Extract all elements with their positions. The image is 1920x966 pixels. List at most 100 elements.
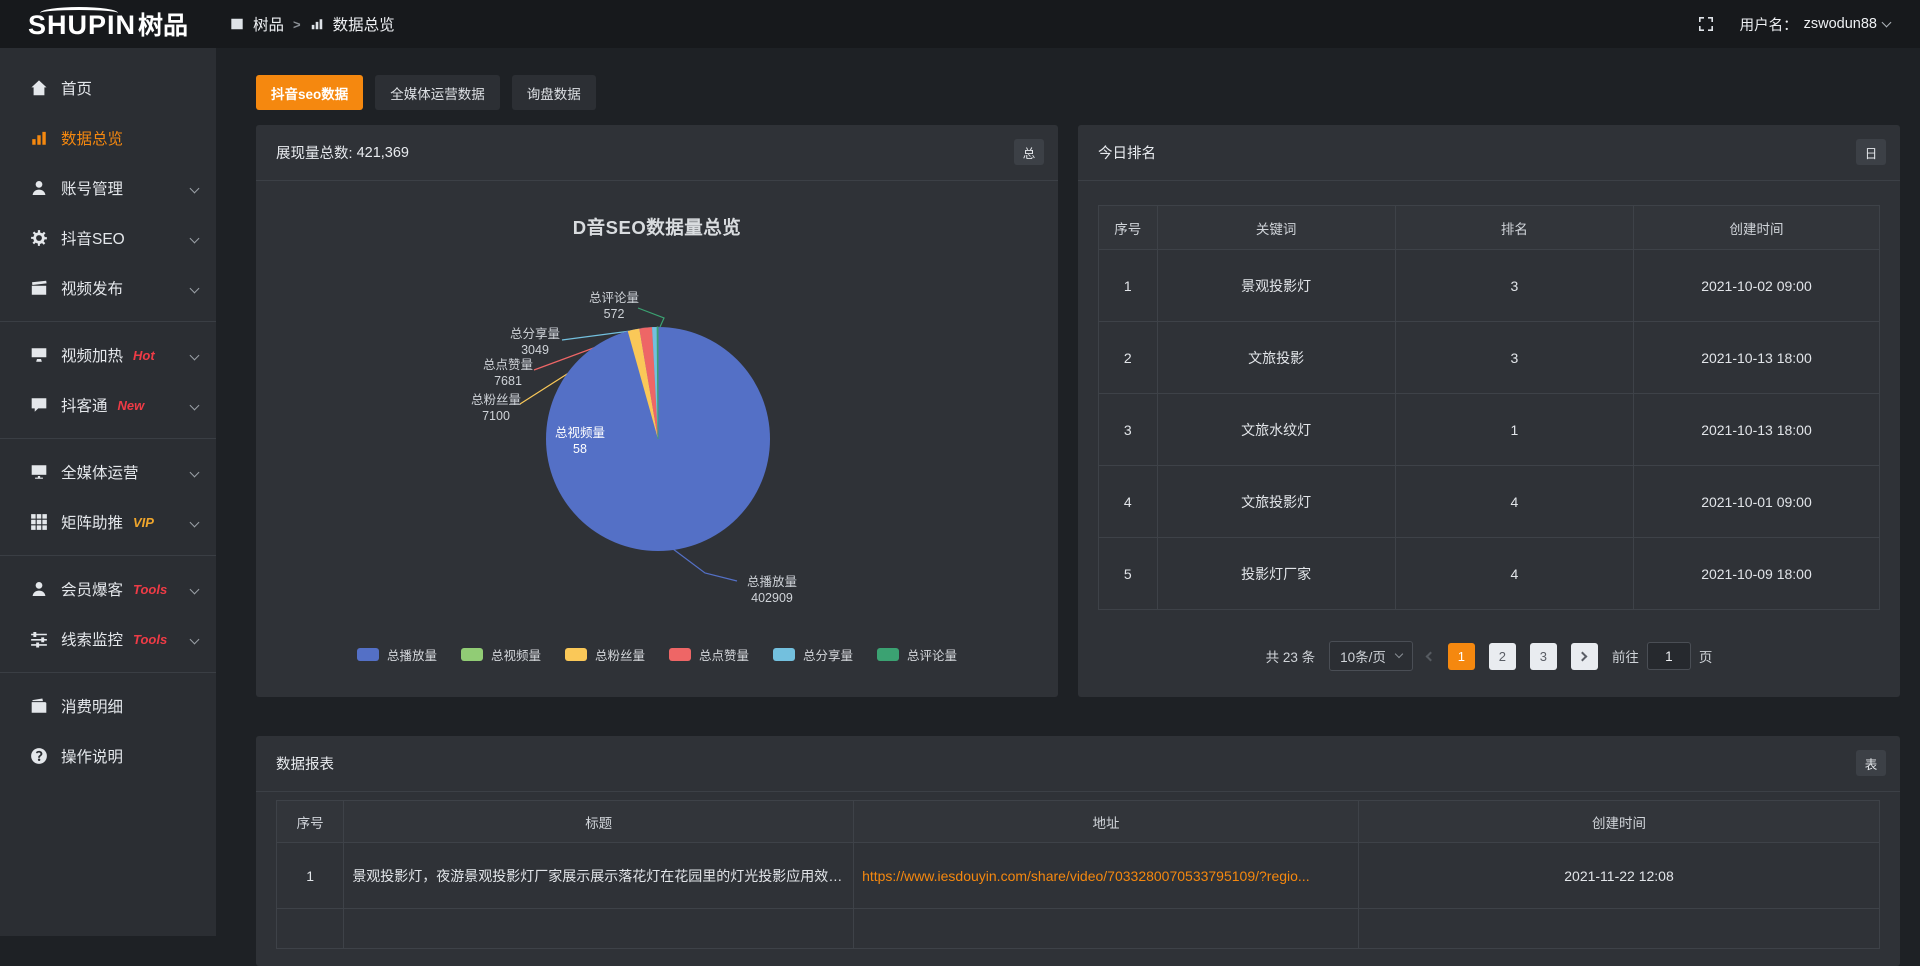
sidebar-item-video-heat[interactable]: 视频加热 Hot (0, 330, 216, 380)
report-panel: 数据报表 表 序号 标题 地址 创建时间 1 景观投影灯，夜游景观投影灯厂家展示… (256, 736, 1900, 966)
col-seq: 序号 (1099, 206, 1158, 250)
col-rank: 排名 (1395, 206, 1633, 250)
legend-item-fans[interactable]: 总粉丝量 (565, 645, 645, 664)
table-row: 5 投影灯厂家 4 2021-10-09 18:00 (1099, 538, 1880, 610)
table-badge-button[interactable]: 表 (1856, 750, 1886, 776)
chevron-down-icon (190, 517, 200, 527)
pie-label-shares: 总分享量 3049 (510, 326, 560, 359)
question-circle-icon (30, 747, 48, 765)
chevron-down-icon (1395, 650, 1403, 658)
goto-page-input[interactable] (1647, 642, 1691, 670)
header-actions: 用户名： zswodun88 (1698, 14, 1920, 35)
chevron-right-icon (1578, 651, 1588, 661)
goto-page: 前往 页 (1612, 642, 1713, 670)
page-button-3[interactable]: 3 (1530, 643, 1557, 670)
day-badge-button[interactable]: 日 (1856, 139, 1886, 165)
page-size-select[interactable]: 10条/页 (1329, 641, 1413, 671)
table-header-row: 序号 关键词 排名 创建时间 (1099, 206, 1880, 250)
data-source-tabs: 抖音seo数据 全媒体运营数据 询盘数据 (256, 75, 596, 110)
chevron-down-icon (1882, 17, 1892, 27)
ranking-table: 序号 关键词 排名 创建时间 1 景观投影灯 3 2021-10-02 09:0… (1098, 205, 1880, 610)
bar-chart-icon (310, 17, 324, 31)
legend-item-shares[interactable]: 总分享量 (773, 645, 853, 664)
sidebar-item-label: 线索监控 (61, 628, 123, 650)
breadcrumb-root[interactable]: 树品 (253, 13, 284, 35)
breadcrumb-separator: > (293, 17, 301, 32)
sidebar-item-data-overview[interactable]: 数据总览 (0, 113, 216, 163)
total-count: 共 23 条 (1266, 646, 1316, 666)
tab-media-ops[interactable]: 全媒体运营数据 (375, 75, 500, 110)
table-row (277, 909, 1880, 949)
hot-badge: Hot (133, 348, 155, 363)
col-keyword: 关键词 (1157, 206, 1395, 250)
video-link[interactable]: https://www.iesdouyin.com/share/video/70… (862, 868, 1310, 884)
app-window-icon (230, 17, 244, 31)
breadcrumb: 树品 > 数据总览 (230, 13, 395, 35)
sidebar-item-video-publish[interactable]: 视频发布 (0, 263, 216, 313)
breadcrumb-current: 数据总览 (333, 13, 395, 35)
sidebar-item-member[interactable]: 会员爆客 Tools (0, 564, 216, 614)
sidebar-item-account[interactable]: 账号管理 (0, 163, 216, 213)
col-created: 创建时间 (1633, 206, 1879, 250)
next-page-button[interactable] (1571, 643, 1598, 670)
legend-item-plays[interactable]: 总播放量 (357, 645, 437, 664)
sidebar-item-matrix-boost[interactable]: 矩阵助推 VIP (0, 497, 216, 547)
chevron-down-icon (190, 584, 200, 594)
pie-label-comments: 总评论量 572 (589, 290, 639, 323)
legend-item-videos[interactable]: 总视频量 (461, 645, 541, 664)
user-menu[interactable]: 用户名： zswodun88 (1740, 14, 1890, 35)
ranking-panel-header: 今日排名 日 (1078, 125, 1900, 181)
legend-item-likes[interactable]: 总点赞量 (669, 645, 749, 664)
sidebar-item-lead-monitor[interactable]: 线索监控 Tools (0, 614, 216, 664)
sidebar-item-expenses[interactable]: 消费明细 (0, 681, 216, 731)
page-button-1[interactable]: 1 (1448, 643, 1475, 670)
sidebar-item-label: 首页 (61, 77, 92, 99)
sidebar-divider (0, 555, 216, 556)
sidebar-item-help[interactable]: 操作说明 (0, 731, 216, 781)
sliders-icon (30, 630, 48, 648)
chart-panel-header: 展现量总数: 421,369 总 (256, 125, 1058, 181)
legend-swatch (773, 648, 795, 661)
impressions-label: 展现量总数: (276, 142, 353, 163)
table-header-row: 序号 标题 地址 创建时间 (277, 801, 1880, 843)
sidebar-divider (0, 321, 216, 322)
sidebar-item-label: 操作说明 (61, 745, 123, 767)
page-button-2[interactable]: 2 (1489, 643, 1516, 670)
sidebar-item-home[interactable]: 首页 (0, 63, 216, 113)
tools-badge: Tools (133, 582, 167, 597)
chevron-down-icon (190, 350, 200, 360)
chevron-down-icon (190, 634, 200, 644)
sidebar-item-media-ops[interactable]: 全媒体运营 (0, 447, 216, 497)
gear-icon (30, 229, 48, 247)
fullscreen-icon[interactable] (1698, 16, 1714, 32)
table-row: 3 文旅水纹灯 1 2021-10-13 18:00 (1099, 394, 1880, 466)
sidebar: 首页 数据总览 账号管理 抖音SEO 视频发布 视频加热 Hot 抖客通 New… (0, 48, 216, 936)
sidebar-item-label: 视频加热 (61, 344, 123, 366)
col-title: 标题 (344, 801, 854, 843)
pie-svg (256, 182, 1058, 622)
user-icon (30, 179, 48, 197)
pie-label-videos: 总视频量 58 (555, 425, 605, 458)
sidebar-item-douyin-seo[interactable]: 抖音SEO (0, 213, 216, 263)
sidebar-divider (0, 438, 216, 439)
person-icon (30, 580, 48, 598)
pagination: 共 23 条 10条/页 1 2 3 前往 页 (1078, 641, 1900, 671)
total-badge-button[interactable]: 总 (1014, 139, 1044, 165)
tab-inquiry[interactable]: 询盘数据 (512, 75, 596, 110)
chart-legend: 总播放量 总视频量 总粉丝量 总点赞量 总分享量 总评论量 (256, 645, 1058, 664)
ranking-title: 今日排名 (1098, 142, 1156, 163)
pie-chart: D音SEO数据量总览 总评论量 572 总分享量 3049 (256, 182, 1058, 696)
sidebar-item-doukertong[interactable]: 抖客通 New (0, 380, 216, 430)
goto-label: 前往 (1612, 646, 1639, 666)
chevron-down-icon (190, 283, 200, 293)
sidebar-divider (0, 672, 216, 673)
wallet-icon (30, 697, 48, 715)
tab-douyin-seo[interactable]: 抖音seo数据 (256, 75, 363, 110)
table-row: 1 景观投影灯，夜游景观投影灯厂家展示展示落花灯在花园里的灯光投影应用效果 # … (277, 843, 1880, 909)
sidebar-item-label: 数据总览 (61, 127, 123, 149)
video-title: 景观投影灯，夜游景观投影灯厂家展示展示落花灯在花园里的灯光投影应用效果 # (344, 843, 854, 909)
legend-item-comments[interactable]: 总评论量 (877, 645, 957, 664)
tools-badge: Tools (133, 632, 167, 647)
clapperboard-icon (30, 279, 48, 297)
prev-page-button[interactable] (1425, 651, 1435, 661)
